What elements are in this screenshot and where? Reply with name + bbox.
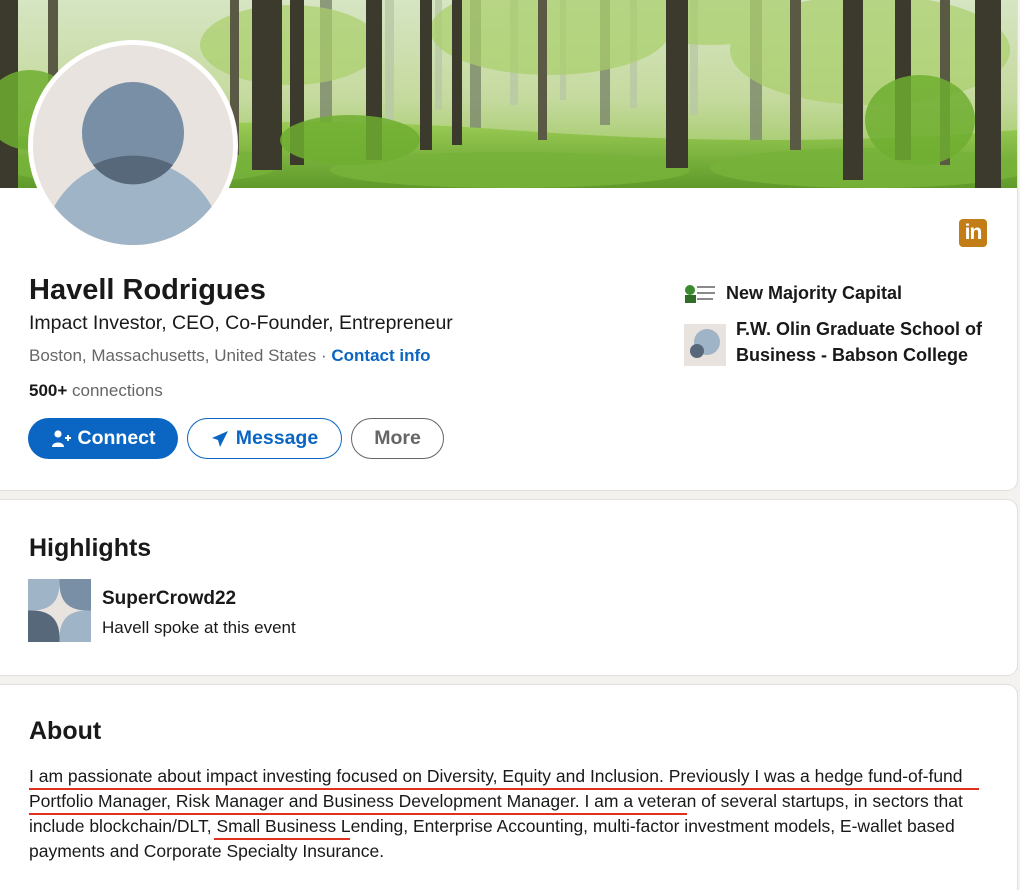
connections-label: connections [67,381,163,400]
message-button[interactable]: Message [187,418,342,459]
highlights-title: Highlights [29,534,152,562]
profile-avatar[interactable] [28,40,238,250]
location-line: Boston, Massachusetts, United States · C… [29,346,431,366]
education-link[interactable]: F.W. Olin Graduate School of Business - … [684,319,1006,368]
profile-name: Havell Rodrigues [29,274,266,306]
profile-headline: Impact Investor, CEO, Co-Founder, Entrep… [29,312,453,334]
connections-line[interactable]: 500+ connections [29,381,163,401]
connect-label: Connect [77,427,156,449]
send-icon [211,430,228,447]
connections-count: 500+ [29,381,68,400]
contact-info-link[interactable]: Contact info [331,346,430,365]
highlight-event-name[interactable]: SuperCrowd22 [102,588,236,610]
profile-location: Boston, Massachusetts, United States [29,346,317,365]
highlights-section: Highlights SuperCrowd22 Havell spoke at … [0,500,1017,675]
more-label: More [374,427,421,449]
about-title: About [29,717,102,745]
annotation-underline [29,813,687,815]
highlight-event-description: Havell spoke at this event [102,618,296,637]
more-button[interactable]: More [351,418,444,459]
school-logo-icon [684,324,726,366]
about-text-blockchain: blockchain/DLT, [89,816,212,836]
school-name: F.W. Olin Graduate School of Business - … [736,319,983,365]
linkedin-logo-icon[interactable]: in [959,219,987,247]
message-label: Message [235,427,319,449]
about-section: About I am passionate about impact inves… [0,685,1017,890]
add-person-icon [51,429,71,447]
annotation-underline [29,788,979,790]
event-thumbnail-icon[interactable] [28,579,91,642]
annotation-underline [214,838,350,840]
profile-top-card: in Havell Rodrigues Impact Investor, CEO… [0,0,1017,490]
current-company-link[interactable]: New Majority Capital [684,280,902,306]
connect-button[interactable]: Connect [28,418,178,459]
new-majority-capital-logo-icon [685,285,715,303]
company-name: New Majority Capital [726,283,903,303]
location-separator: · [316,346,332,365]
